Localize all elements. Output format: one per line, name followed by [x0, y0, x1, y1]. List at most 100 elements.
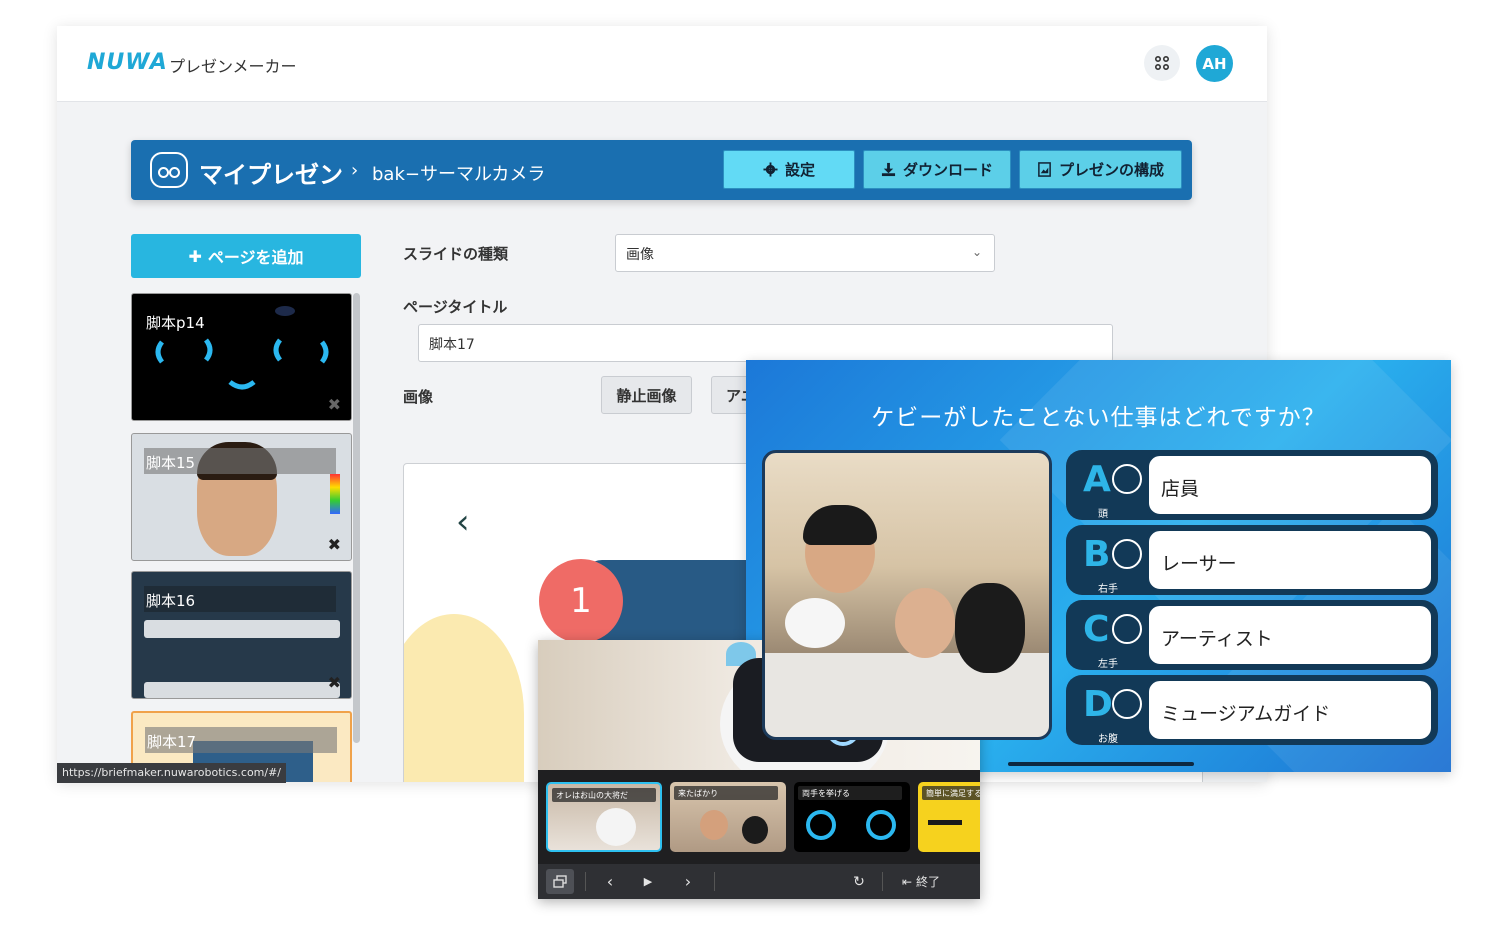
robot-figure: [596, 808, 636, 846]
answer-body-part: 頭: [1098, 509, 1108, 520]
user-avatar[interactable]: AH: [1196, 45, 1233, 82]
window-toggle-button[interactable]: [546, 869, 574, 894]
nuwa-logo[interactable]: NUWA: [87, 50, 168, 75]
image-label: 画像: [403, 388, 434, 406]
page-title-input[interactable]: 脚本17: [418, 324, 1113, 362]
add-page-label: ページを追加: [207, 248, 304, 267]
step-number-badge: 1: [539, 559, 623, 643]
photo-person: [742, 816, 768, 844]
chevron-down-icon: ⌄: [971, 245, 982, 259]
answer-body-part: 左手: [1098, 659, 1118, 670]
divider: [714, 872, 715, 891]
player-slide-thumbnail[interactable]: 両手を挙げる: [794, 782, 910, 852]
delete-slide-button[interactable]: ✖: [328, 395, 341, 414]
plus-icon: ✚: [188, 246, 202, 266]
still-image-button[interactable]: 静止画像: [601, 376, 692, 414]
robot-right-hand-icon: [1112, 539, 1142, 569]
photo-robot: [785, 598, 845, 648]
photo-child: [955, 583, 1025, 673]
answer-text: ミュージアムガイド: [1146, 678, 1434, 742]
answer-text: 店員: [1146, 453, 1434, 517]
slide-thumbnail[interactable]: 脚本16 ✖: [131, 571, 352, 699]
family-photo: [762, 450, 1052, 740]
delete-slide-button[interactable]: ✖: [328, 535, 341, 554]
page-title-label: ページタイトル: [403, 298, 508, 316]
previous-slide-button[interactable]: ‹: [600, 864, 620, 899]
player-slide-thumbnail[interactable]: 簡単に満足する: [918, 782, 980, 852]
download-button[interactable]: ダウンロード: [863, 150, 1011, 189]
answer-option-b[interactable]: B 右手 レーサー: [1066, 525, 1438, 595]
settings-label: 設定: [784, 161, 815, 179]
add-page-button[interactable]: ✚ ページを追加: [131, 234, 361, 278]
exit-button[interactable]: ⇤ 終了: [896, 864, 946, 899]
breadcrumb-separator: ›: [351, 160, 359, 181]
play-button[interactable]: ▶: [638, 864, 658, 899]
settings-button[interactable]: 設定: [723, 150, 855, 189]
thumbnail-title: 脚本17: [147, 733, 197, 751]
next-slide-button[interactable]: ›: [678, 864, 698, 899]
slide-thumbnail[interactable]: 脚本15 ✖: [131, 433, 352, 561]
slide-type-value: 画像: [626, 247, 654, 263]
chevron-left-icon[interactable]: ‹: [456, 502, 470, 542]
quiz-slide: ケビーがしたことない仕事はどれですか？ A 頭 店員 B 右手 レーサー C 左…: [746, 360, 1451, 772]
download-label: ダウンロード: [902, 161, 993, 179]
answer-option-a[interactable]: A 頭 店員: [1066, 450, 1438, 520]
answer-option-d[interactable]: D お腹 ミュージアムガイド: [1066, 675, 1438, 745]
download-icon: [881, 162, 896, 177]
exit-label: 終了: [916, 875, 941, 889]
slide-type-select[interactable]: 画像 ⌄: [615, 234, 995, 272]
my-presentation-link[interactable]: マイプレゼン: [199, 155, 343, 190]
robot-left-hand-icon: [1112, 614, 1142, 644]
player-slide-strip: オレはお山の大将だ 来たばかり 両手を挙げる 簡単に満足する: [538, 770, 980, 864]
thermal-scale: [330, 474, 340, 514]
answer-body-part: 右手: [1098, 584, 1118, 595]
player-slide-thumbnail[interactable]: 来たばかり: [670, 782, 786, 852]
gear-icon: [763, 162, 778, 177]
robot-face-icon: [150, 152, 188, 188]
status-url-tooltip: https://briefmaker.nuwarobotics.com/#/: [57, 763, 287, 783]
answer-body-part: お腹: [1098, 734, 1118, 745]
thumbnail-scrollbar[interactable]: [353, 293, 360, 743]
photo-person: [700, 810, 728, 840]
divider: [882, 872, 883, 891]
answer-letter: B: [1083, 534, 1111, 575]
quiz-question: ケビーがしたことない仕事はどれですか？: [871, 405, 1326, 431]
answer-option-c[interactable]: C 左手 アーティスト: [1066, 600, 1438, 670]
exit-icon: ⇤: [901, 874, 913, 889]
slide-thumbnail-list: 脚本p14 ✖ 脚本15 ✖ 脚本16 ✖ 脚本17: [131, 293, 352, 782]
mock-row: [144, 682, 340, 698]
slide-thumbnail[interactable]: 脚本p14 ✖: [131, 293, 352, 421]
structure-label: プレゼンの構成: [1058, 161, 1164, 179]
player-slide-thumbnail-active[interactable]: オレはお山の大将だ: [546, 782, 662, 852]
answer-letter: D: [1083, 684, 1113, 725]
image-file-icon: [1038, 162, 1051, 177]
photo-child: [895, 588, 955, 658]
player-slide-caption: 来たばかり: [674, 786, 778, 800]
robot-eye: [866, 810, 896, 840]
decorative-blob: [404, 614, 524, 782]
answer-text: アーティスト: [1146, 603, 1434, 667]
apps-grid-button[interactable]: [1144, 45, 1180, 81]
app-name: プレゼンメーカー: [169, 57, 297, 76]
reload-button[interactable]: ↻: [848, 864, 870, 899]
robot-eye: [806, 810, 836, 840]
answer-letter: C: [1083, 609, 1110, 650]
thumbnail-title: 脚本16: [146, 592, 196, 610]
answer-letter: A: [1083, 459, 1111, 500]
player-controls: ‹ ▶ › ↻ ⇤ 終了: [538, 864, 980, 899]
quiz-footer-line: [1008, 762, 1194, 766]
structure-button[interactable]: プレゼンの構成: [1019, 150, 1182, 189]
windows-icon: [553, 874, 567, 888]
robot-eye-line: [928, 820, 962, 825]
top-bar: NUWA プレゼンメーカー AH: [57, 26, 1267, 102]
answer-text: レーサー: [1146, 528, 1434, 592]
player-slide-caption: 両手を挙げる: [798, 786, 902, 800]
robot-head-icon: [1112, 464, 1142, 494]
photo-father-hair: [803, 505, 877, 545]
slide-type-label: スライドの種類: [403, 245, 509, 263]
delete-slide-button[interactable]: ✖: [328, 673, 341, 692]
thumbnail-title: 脚本p14: [146, 314, 205, 332]
mock-row: [144, 620, 340, 638]
player-slide-caption: 簡単に満足する: [922, 786, 980, 800]
robot-belly-icon: [1112, 689, 1142, 719]
